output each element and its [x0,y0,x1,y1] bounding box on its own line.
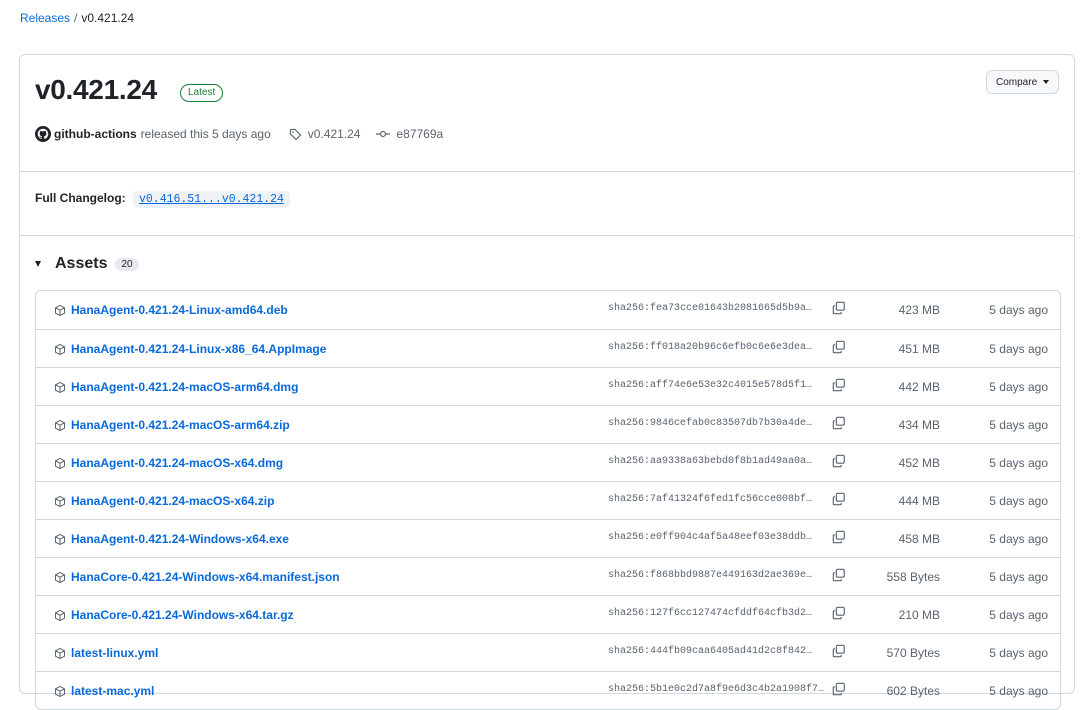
asset-sha256: sha256:127f6cc127474cfddf64cfb3d2… [608,608,813,619]
caret-down-icon [1043,80,1050,84]
asset-size: 423 MB [898,303,940,317]
release-meta: github-actions released this 5 days ago … [35,126,443,142]
package-icon [54,343,66,361]
breadcrumb-separator: / [74,11,78,25]
divider [20,171,1074,172]
divider [20,235,1074,236]
asset-sha256: sha256:ff018a20b96c6efb0c6e6e3dea… [608,342,813,353]
changelog-label: Full Changelog: [35,191,126,205]
release-tag-link[interactable]: v0.421.24 [289,127,361,141]
changelog: Full Changelog: v0.416.51...v0.421.24 [35,191,290,208]
asset-sha256: sha256:e0ff904c4af5a48eef03e38ddb… [608,532,813,543]
asset-download-link[interactable]: HanaAgent-0.421.24-macOS-arm64.zip [71,418,290,432]
breadcrumb-releases-link[interactable]: Releases [20,11,70,25]
package-icon [54,533,66,551]
package-icon [54,381,66,399]
asset-size: 434 MB [898,418,940,432]
asset-size: 602 Bytes [886,684,940,698]
asset-row: HanaAgent-0.421.24-Linux-x86_64.AppImage… [36,329,1060,367]
asset-row: HanaAgent-0.421.24-macOS-x64.dmg sha256:… [36,443,1060,481]
package-icon [54,495,66,513]
release-tag-label: v0.421.24 [307,127,361,141]
compare-button[interactable]: Compare [986,70,1060,94]
package-icon [54,457,66,475]
asset-date: 5 days ago [989,456,1048,470]
package-icon [54,571,66,589]
package-icon [54,419,66,437]
package-icon [54,609,66,627]
asset-size: 442 MB [898,380,940,394]
latest-badge: Latest [180,84,224,102]
asset-date: 5 days ago [989,646,1048,660]
asset-date: 5 days ago [989,342,1048,356]
release-title: v0.421.24 [35,74,157,105]
compare-label: Compare [996,76,1038,88]
asset-row: latest-mac.yml sha256:5b1e0c2d7a8f9e6d3c… [36,671,1060,709]
asset-download-link[interactable]: HanaAgent-0.421.24-macOS-x64.zip [71,494,274,508]
release-commit-link[interactable]: e87769a [376,127,443,141]
package-icon [54,647,66,665]
asset-date: 5 days ago [989,494,1048,508]
asset-download-link[interactable]: HanaAgent-0.421.24-Linux-x86_64.AppImage [71,342,326,356]
asset-row: HanaAgent-0.421.24-macOS-x64.zip sha256:… [36,481,1060,519]
breadcrumb-current: v0.421.24 [81,11,135,25]
asset-size: 458 MB [898,532,940,546]
asset-date: 5 days ago [989,380,1048,394]
asset-download-link[interactable]: HanaCore-0.421.24-Windows-x64.tar.gz [71,608,294,622]
asset-date: 5 days ago [989,532,1048,546]
asset-sha256: sha256:7af41324f6fed1fc56cce008bf… [608,494,813,505]
tag-icon [289,128,302,140]
asset-row: HanaCore-0.421.24-Windows-x64.tar.gz sha… [36,595,1060,633]
asset-row: HanaCore-0.421.24-Windows-x64.manifest.j… [36,557,1060,595]
asset-size: 451 MB [898,342,940,356]
asset-size: 558 Bytes [886,570,940,584]
package-icon [54,685,66,703]
asset-sha256: sha256:aff74e6e53e32c4015e578d5f1… [608,380,813,391]
asset-download-link[interactable]: HanaAgent-0.421.24-macOS-x64.dmg [71,456,283,470]
asset-sha256: sha256:aa9338a63bebd0f8b1ad49aa0a… [608,456,813,467]
git-commit-icon [376,130,391,138]
assets-list: HanaAgent-0.421.24-Linux-amd64.deb sha25… [35,290,1061,710]
asset-size: 210 MB [898,608,940,622]
asset-row: HanaAgent-0.421.24-Linux-amd64.deb sha25… [36,291,1060,329]
assets-header[interactable]: Assets 20 [35,255,139,273]
asset-download-link[interactable]: HanaAgent-0.421.24-Linux-amd64.deb [71,303,288,317]
triangle-down-icon[interactable] [35,261,41,267]
asset-download-link[interactable]: HanaAgent-0.421.24-macOS-arm64.dmg [71,380,298,394]
asset-date: 5 days ago [989,303,1048,317]
asset-size: 570 Bytes [886,646,940,660]
asset-download-link[interactable]: latest-mac.yml [71,684,154,698]
package-icon [54,304,66,322]
asset-sha256: sha256:f868bbd9887e449163d2ae369e… [608,570,813,581]
github-mark-icon[interactable] [35,126,51,142]
assets-count-badge: 20 [115,257,139,271]
asset-date: 5 days ago [989,684,1048,698]
breadcrumb: Releases / v0.421.24 [20,11,134,25]
asset-row: HanaAgent-0.421.24-Windows-x64.exe sha25… [36,519,1060,557]
asset-sha256: sha256:9846cefab0c83507db7b30a4de… [608,418,813,429]
released-text: released this 5 days ago [140,127,271,141]
asset-row: HanaAgent-0.421.24-macOS-arm64.zip sha25… [36,405,1060,443]
asset-sha256: sha256:444fb09caa6405ad41d2c8f842… [608,646,813,657]
asset-size: 452 MB [898,456,940,470]
asset-sha256: sha256:fea73cce01643b2081665d5b9a… [608,303,813,314]
release-card: v0.421.24 Latest Compare github-actions … [19,54,1075,710]
assets-title: Assets [55,255,108,272]
release-commit-label: e87769a [396,127,444,141]
asset-size: 444 MB [898,494,940,508]
asset-row: HanaAgent-0.421.24-macOS-arm64.dmg sha25… [36,367,1060,405]
asset-download-link[interactable]: HanaCore-0.421.24-Windows-x64.manifest.j… [71,570,340,584]
release-author-link[interactable]: github-actions [54,127,137,141]
asset-download-link[interactable]: latest-linux.yml [71,646,158,660]
asset-date: 5 days ago [989,418,1048,432]
changelog-compare-link[interactable]: v0.416.51...v0.421.24 [133,191,290,208]
asset-date: 5 days ago [989,570,1048,584]
asset-date: 5 days ago [989,608,1048,622]
asset-sha256: sha256:5b1e0c2d7a8f9e6d3c4b2a1908f7… [608,684,825,695]
asset-row: latest-linux.yml sha256:444fb09caa6405ad… [36,633,1060,671]
asset-download-link[interactable]: HanaAgent-0.421.24-Windows-x64.exe [71,532,289,546]
